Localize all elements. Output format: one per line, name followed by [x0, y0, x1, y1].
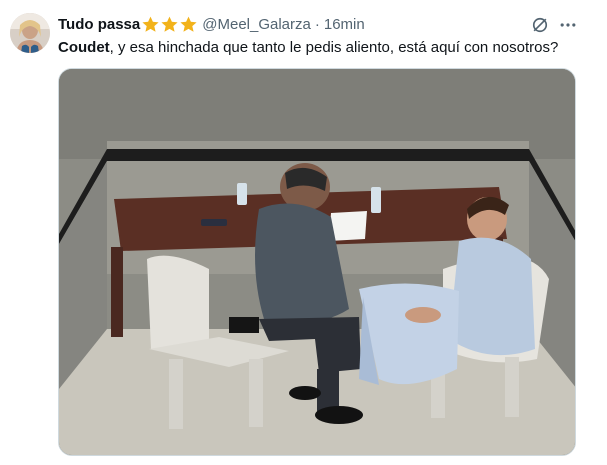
tweet-text: Coudet, y esa hinchada que tanto le pedi…: [58, 38, 588, 58]
star-icon: [161, 16, 178, 32]
tweet[interactable]: Tudo passa @Meel_Galarza · 16min Coudet,…: [0, 0, 607, 465]
tweet-media[interactable]: [58, 68, 576, 456]
interrogation-room-photo: [59, 69, 575, 455]
timestamp[interactable]: 16min: [324, 16, 365, 33]
star-icon: [142, 16, 159, 32]
avatar[interactable]: [10, 13, 50, 53]
user-handle[interactable]: @Meel_Galarza: [202, 16, 311, 33]
avatar-image: [10, 13, 50, 53]
display-name-stars: [141, 15, 198, 34]
tweet-body: , y esa hinchada que tanto le pedis alie…: [109, 39, 559, 56]
star-icon: [180, 16, 197, 32]
more-icon[interactable]: [558, 15, 578, 35]
separator-dot: ·: [314, 15, 320, 33]
tweet-mention[interactable]: Coudet: [58, 39, 110, 56]
tweet-header: Tudo passa @Meel_Galarza · 16min: [58, 14, 365, 34]
grok-icon[interactable]: [530, 15, 550, 35]
display-name[interactable]: Tudo passa: [58, 16, 140, 33]
